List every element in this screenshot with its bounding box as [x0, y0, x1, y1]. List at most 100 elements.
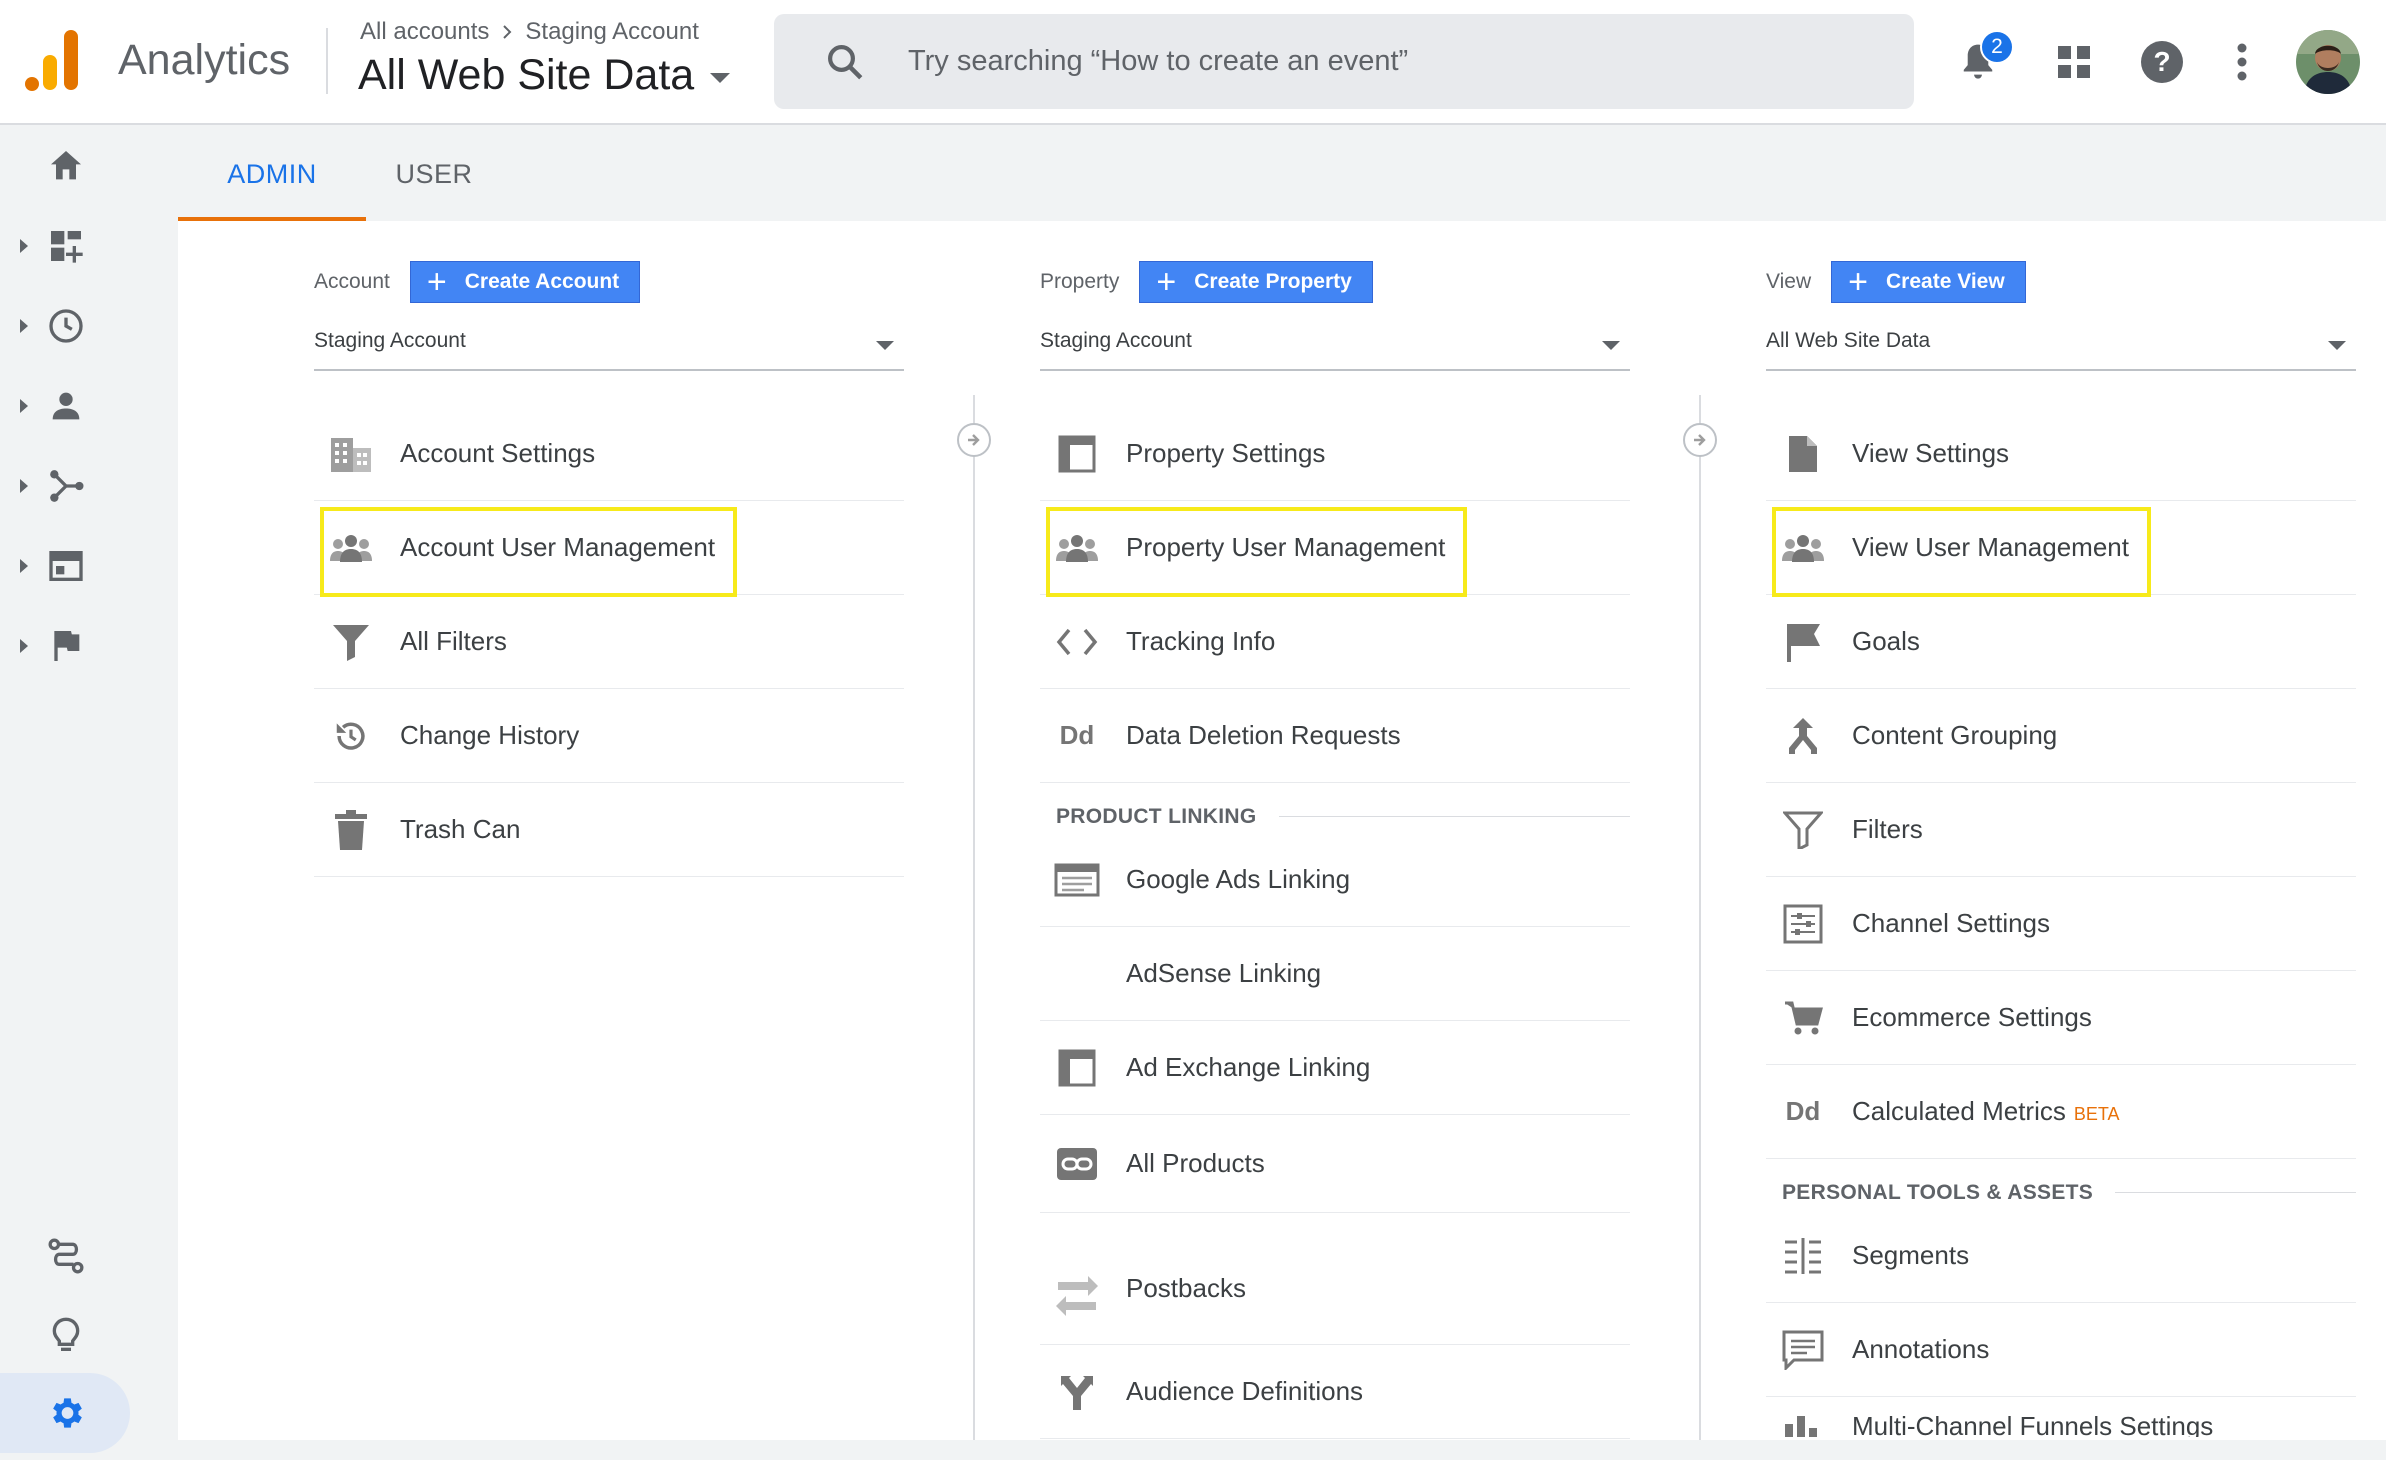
segments-label: Segments [1852, 1240, 1970, 1270]
change-history-label: Change History [400, 720, 580, 750]
more-menu-button[interactable] [2212, 32, 2272, 92]
home-icon [51, 151, 81, 180]
annotations-label: Annotations [1852, 1334, 1990, 1364]
breadcrumb[interactable]: All accounts Staging Account [360, 18, 699, 46]
nav-home[interactable] [0, 131, 178, 201]
ecommerce-settings-item[interactable]: Ecommerce Settings [1766, 971, 2356, 1065]
dropdown-caret-icon [710, 73, 731, 83]
annotations-item[interactable]: Annotations [1766, 1303, 2356, 1397]
channel-settings-item[interactable]: Channel Settings [1766, 877, 2356, 971]
goals-item[interactable]: Goals [1766, 595, 2356, 689]
chevron-right-icon [503, 25, 512, 39]
search-input[interactable] [908, 36, 1868, 86]
apps-button[interactable] [2044, 32, 2104, 92]
all-filters-label: All Filters [400, 626, 507, 656]
admin-panel: ADMIN USER Account + Create Account Stag… [178, 127, 2386, 1440]
adsense-linking-label: AdSense Linking [1126, 958, 1322, 988]
view-menu-list: View Settings View User Management Goals… [1766, 407, 2356, 1437]
create-view-button[interactable]: + Create View [1831, 261, 2026, 303]
view-picker[interactable]: All Web Site Data [358, 50, 731, 100]
nav-audience[interactable] [0, 371, 178, 441]
view-selector[interactable]: All Web Site Data [1766, 321, 2356, 371]
view-user-management-label: View User Management [1852, 532, 2129, 562]
ad-exchange-linking-item[interactable]: Ad Exchange Linking [1040, 1021, 1630, 1115]
property-user-management-item[interactable]: Property User Management [1040, 501, 1630, 597]
breadcrumb-all-accounts[interactable]: All accounts [360, 18, 489, 46]
tracking-info-label: Tracking Info [1126, 626, 1276, 656]
search-icon[interactable] [824, 41, 866, 83]
content-grouping-item[interactable]: Content Grouping [1766, 689, 2356, 783]
tracking-info-item[interactable]: Tracking Info [1040, 595, 1630, 689]
link-icon [1054, 1141, 1100, 1187]
create-account-button[interactable]: + Create Account [409, 261, 641, 303]
account-settings-label: Account Settings [400, 438, 596, 468]
analytics-logo-icon[interactable] [24, 28, 80, 92]
bar-chart-icon [1780, 1411, 1826, 1437]
trash-can-item[interactable]: Trash Can [314, 783, 904, 877]
plus-icon: + [1156, 263, 1177, 301]
all-products-item[interactable]: All Products [1040, 1115, 1630, 1213]
segments-item[interactable]: Segments [1766, 1209, 2356, 1303]
gear-icon [53, 1398, 82, 1428]
document-icon [1780, 431, 1826, 477]
expand-arrow-icon [20, 559, 28, 573]
account-user-management-label: Account User Management [400, 532, 716, 562]
filters-label: Filters [1852, 814, 1923, 844]
ecommerce-settings-label: Ecommerce Settings [1852, 1002, 2092, 1032]
account-user-management-item[interactable]: Account User Management [314, 501, 904, 597]
nav-behavior[interactable] [0, 531, 178, 601]
view-user-management-item[interactable]: View User Management [1766, 501, 2356, 597]
nav-admin[interactable] [0, 1373, 130, 1453]
tab-admin[interactable]: ADMIN [178, 127, 366, 221]
property-selector[interactable]: Staging Account [1040, 321, 1630, 371]
create-view-label: Create View [1886, 270, 2005, 293]
dropdown-caret-icon [876, 341, 894, 350]
nav-discover[interactable] [0, 1301, 178, 1371]
svg-text:?: ? [2153, 46, 2170, 77]
audience-definitions-item[interactable]: Audience Definitions [1040, 1345, 1630, 1439]
property-settings-item[interactable]: Property Settings [1040, 407, 1630, 501]
create-property-button[interactable]: + Create Property [1139, 261, 1373, 303]
acquisition-icon [50, 470, 84, 502]
merge-icon [1780, 713, 1826, 759]
all-filters-item[interactable]: All Filters [314, 595, 904, 689]
avatar[interactable] [2296, 30, 2360, 94]
nav-realtime[interactable] [0, 291, 178, 361]
view-column: View + Create View All Web Site Data Vie… [1766, 221, 2362, 1440]
search-bar[interactable] [774, 14, 1914, 109]
property-menu-list: Property Settings Property User Manageme… [1040, 407, 1630, 1439]
account-selector[interactable]: Staging Account [314, 321, 904, 371]
breadcrumb-account[interactable]: Staging Account [525, 18, 698, 46]
data-deletion-requests-item[interactable]: Dd Data Deletion Requests [1040, 689, 1630, 783]
person-icon [52, 392, 80, 420]
left-nav-rail [0, 127, 178, 1453]
nav-customization[interactable] [0, 211, 178, 281]
arrow-right-circle-icon [1683, 423, 1717, 457]
adsense-linking-item[interactable]: AdSense Linking [1040, 927, 1630, 1021]
change-history-item[interactable]: Change History [314, 689, 904, 783]
user-photo-icon [2296, 30, 2360, 94]
top-bar: Analytics All accounts Staging Account A… [0, 0, 2386, 125]
audience-split-icon [1054, 1369, 1100, 1415]
comment-icon [1780, 1327, 1826, 1373]
channel-settings-label: Channel Settings [1852, 908, 2051, 938]
all-products-label: All Products [1126, 1148, 1265, 1178]
nav-acquisition[interactable] [0, 451, 178, 521]
trash-icon [328, 807, 374, 853]
data-deletion-icon: Dd [1059, 720, 1095, 750]
column-connector-line [1699, 395, 1701, 1440]
nav-attribution[interactable] [0, 1221, 178, 1291]
help-button[interactable]: ? [2132, 32, 2192, 92]
code-brackets-icon [1054, 619, 1100, 665]
calculated-metrics-item[interactable]: Dd Calculated Metrics BETA [1766, 1065, 2356, 1159]
view-settings-item[interactable]: View Settings [1766, 407, 2356, 501]
account-menu-list: Account Settings Account User Management… [314, 407, 904, 877]
filters-item[interactable]: Filters [1766, 783, 2356, 877]
tab-user[interactable]: USER [374, 127, 494, 221]
nav-conversions[interactable] [0, 611, 178, 681]
google-ads-linking-item[interactable]: Google Ads Linking [1040, 833, 1630, 927]
postbacks-item[interactable]: Postbacks [1040, 1213, 1630, 1345]
account-settings-item[interactable]: Account Settings [314, 407, 904, 501]
multi-channel-funnels-settings-item[interactable]: Multi-Channel Funnels Settings [1766, 1397, 2356, 1437]
arrow-right-circle-icon [957, 423, 991, 457]
